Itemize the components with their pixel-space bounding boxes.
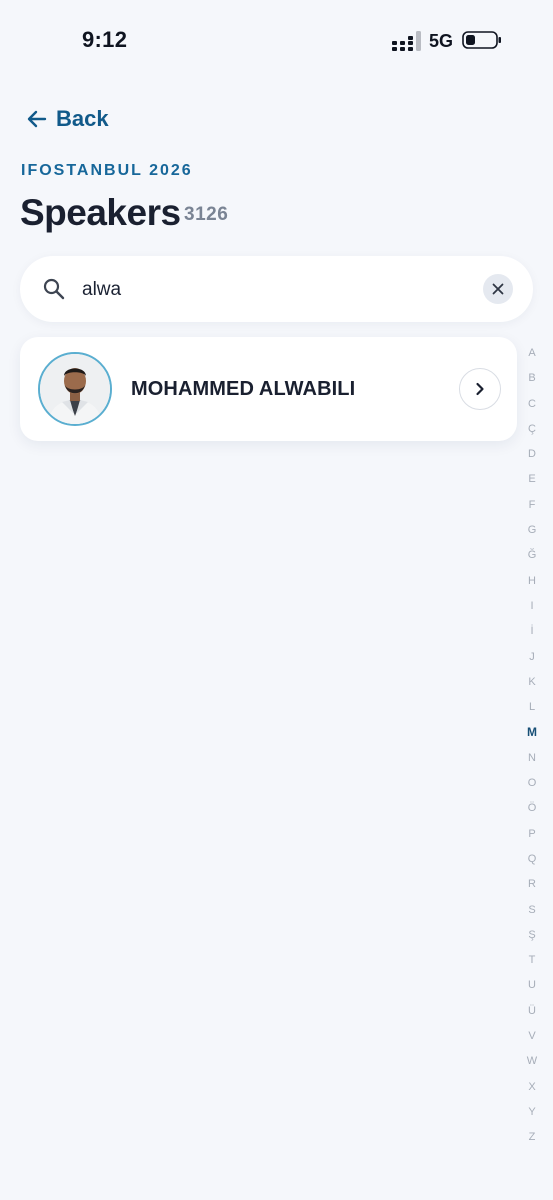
speaker-photo [40,354,110,424]
status-bar: 9:12 5G [0,0,553,80]
alphabet-index-letter[interactable]: G [528,518,537,543]
event-name: IFOSTANBUL 2026 [21,162,193,179]
alphabet-index-letter[interactable]: Ç [528,417,536,442]
alphabet-index-letter[interactable]: T [529,948,536,973]
search-box [20,256,533,322]
alphabet-index-letter[interactable]: C [528,392,536,417]
search-input[interactable] [80,272,474,308]
alphabet-index-letter[interactable]: B [528,366,535,391]
alphabet-index-letter[interactable]: R [528,872,536,897]
speaker-card[interactable]: MOHAMMED ALWABILI [20,337,517,441]
alphabet-index-letter[interactable]: İ [530,619,533,644]
battery-icon [462,31,501,49]
alphabet-index-letter[interactable]: X [528,1075,535,1100]
alphabet-index-letter[interactable]: H [528,569,536,594]
open-speaker-button[interactable] [459,368,501,410]
alphabet-index-letter[interactable]: Z [529,1125,536,1150]
alphabet-index-letter[interactable]: L [529,695,535,720]
alphabet-index-letter[interactable]: M [527,720,537,745]
back-button[interactable]: Back [26,106,109,132]
alphabet-index-letter[interactable]: Ü [528,999,536,1024]
close-icon [492,283,504,295]
cellular-signal-icon [392,31,421,51]
avatar [38,352,112,426]
network-type: 5G [429,31,454,51]
alphabet-index-letter[interactable]: N [528,746,536,771]
speaker-count: 3126 [184,204,229,225]
alphabet-index-letter[interactable]: O [528,771,537,796]
alphabet-index-letter[interactable]: Q [528,847,537,872]
alphabet-index-letter[interactable]: Ğ [528,543,537,568]
alphabet-index-letter[interactable]: Ö [528,796,537,821]
clear-search-button[interactable] [483,274,513,304]
alphabet-index-letter[interactable]: W [527,1049,537,1074]
search-icon [43,278,65,300]
alphabet-index[interactable]: ABCÇDEFGĞHIİJKLMNOÖPQRSŞTUÜVWXYZ [520,341,544,1151]
alphabet-index-letter[interactable]: Ş [528,923,535,948]
alphabet-index-letter[interactable]: F [529,493,536,518]
page-title: Speakers [20,192,181,233]
alphabet-index-letter[interactable]: D [528,442,536,467]
alphabet-index-letter[interactable]: E [528,467,535,492]
back-label: Back [56,106,109,131]
alphabet-index-letter[interactable]: V [528,1024,535,1049]
chevron-right-icon [476,382,484,396]
alphabet-index-letter[interactable]: I [530,594,533,619]
alphabet-index-letter[interactable]: Y [528,1100,535,1125]
speaker-name: MOHAMMED ALWABILI [131,378,356,400]
alphabet-index-letter[interactable]: K [528,670,535,695]
alphabet-index-letter[interactable]: J [529,645,535,670]
alphabet-index-letter[interactable]: S [528,898,535,923]
arrow-left-icon [27,110,47,128]
alphabet-index-letter[interactable]: U [528,973,536,998]
alphabet-index-letter[interactable]: A [528,341,535,366]
alphabet-index-letter[interactable]: P [528,822,535,847]
status-time: 9:12 [82,27,128,52]
